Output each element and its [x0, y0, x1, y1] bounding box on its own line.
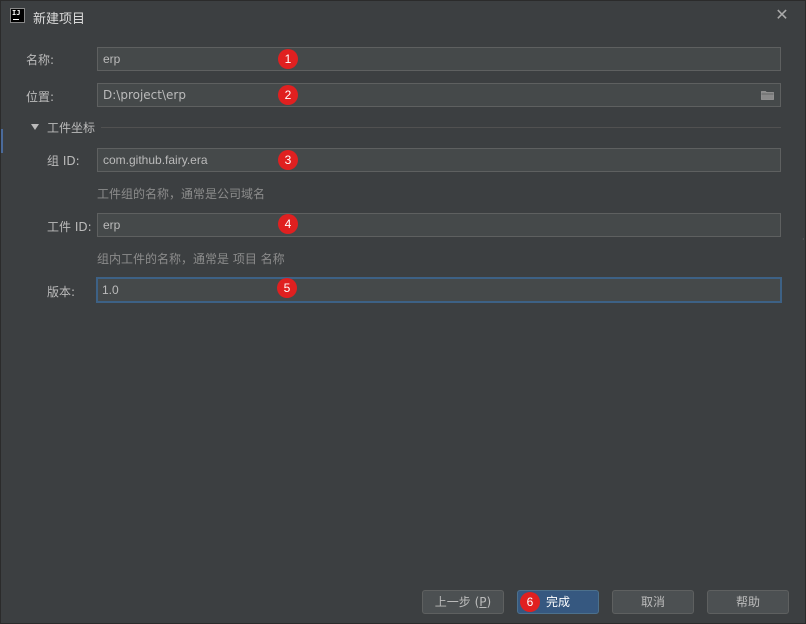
annotation-badge-1: 1: [278, 49, 298, 69]
previous-mnemonic: P: [479, 595, 487, 609]
location-input[interactable]: D:\project\erp: [97, 83, 781, 107]
previous-label: 上一步 (: [434, 595, 480, 609]
intellij-logo-icon: IJ: [10, 8, 25, 23]
folder-icon[interactable]: [761, 90, 774, 100]
previous-suffix: ): [486, 595, 492, 609]
annotation-badge-4: 4: [278, 214, 298, 234]
resize-grip-icon: ·: [802, 235, 805, 244]
section-divider: [101, 127, 781, 128]
annotation-badge-3: 3: [278, 150, 298, 170]
group-id-input[interactable]: [97, 148, 781, 172]
version-label: 版本:: [47, 285, 76, 299]
location-label: 位置:: [26, 90, 55, 104]
previous-button[interactable]: 上一步 (P): [422, 590, 504, 614]
finish-label: 完成: [545, 595, 570, 609]
name-label: 名称:: [26, 53, 55, 67]
new-project-dialog: IJ 新建项目 ✕ 名称: 1 位置: D:\project\erp 2 工件坐…: [0, 0, 806, 624]
artifact-id-input[interactable]: [97, 213, 781, 237]
group-id-label: 组 ID:: [47, 154, 80, 168]
annotation-badge-6: 6: [520, 592, 540, 612]
close-icon[interactable]: ✕: [773, 6, 791, 24]
version-input[interactable]: [96, 277, 782, 303]
artifact-coordinates-section[interactable]: 工件坐标: [31, 119, 781, 135]
artifact-id-hint: 组内工件的名称，通常是 项目 名称: [97, 252, 285, 266]
annotation-badge-5: 5: [277, 278, 297, 298]
cancel-button[interactable]: 取消: [612, 590, 694, 614]
section-title: 工件坐标: [47, 121, 96, 135]
group-id-hint: 工件组的名称，通常是公司域名: [97, 187, 266, 201]
help-button[interactable]: 帮助: [707, 590, 789, 614]
side-selection-marker: [1, 129, 3, 153]
annotation-badge-2: 2: [278, 85, 298, 105]
dialog-title: 新建项目: [33, 12, 86, 27]
name-input[interactable]: [97, 47, 781, 71]
location-value: D:\project\erp: [103, 88, 186, 102]
artifact-id-label: 工件 ID:: [47, 220, 92, 234]
title-bar: IJ 新建项目 ✕: [1, 1, 805, 31]
logo-text: IJ: [12, 9, 21, 17]
triangle-down-icon[interactable]: [31, 124, 39, 130]
